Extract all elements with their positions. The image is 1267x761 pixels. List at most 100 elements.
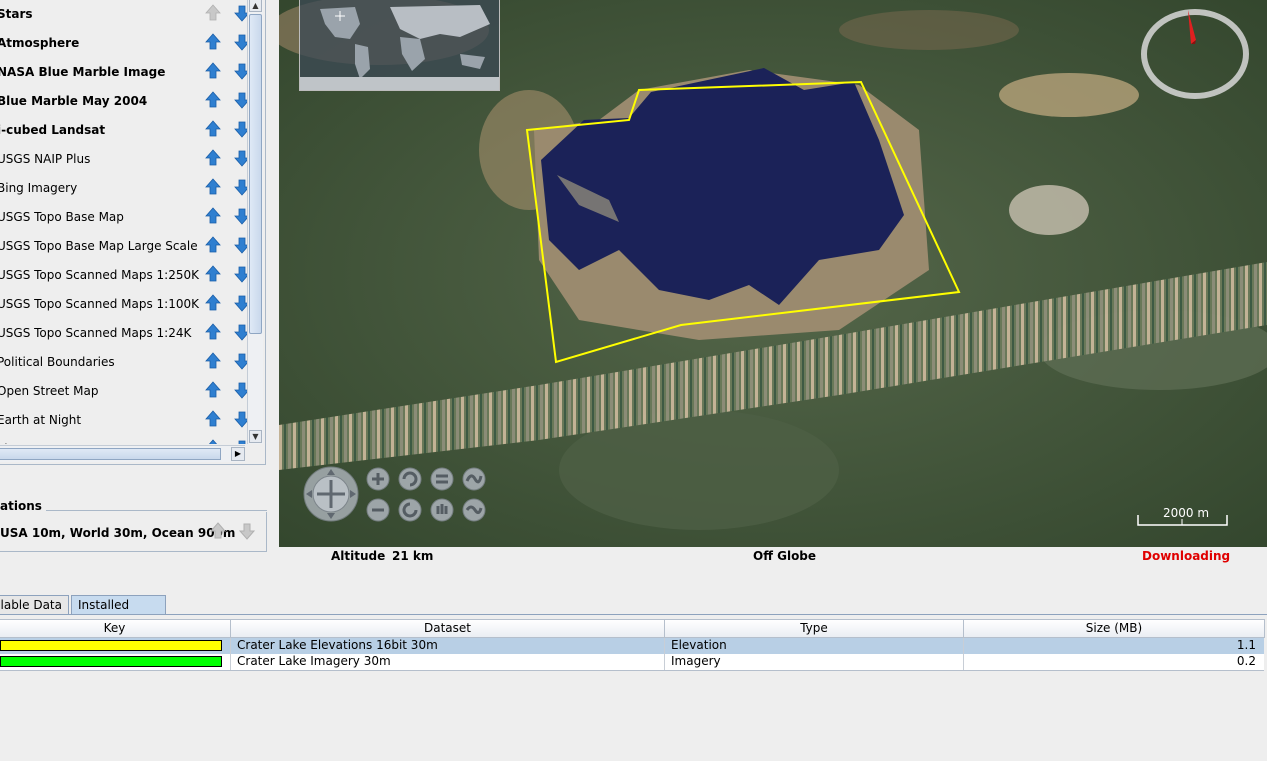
- move-down-icon[interactable]: [234, 265, 247, 283]
- layer-item[interactable]: Atmosphere: [0, 28, 247, 57]
- move-up-icon[interactable]: [205, 62, 221, 80]
- layer-item-label[interactable]: Open Street Map: [0, 384, 98, 398]
- globe-view[interactable]: 2000 m: [279, 0, 1267, 547]
- move-down-icon[interactable]: [234, 207, 247, 225]
- layer-item-label[interactable]: USGS Topo Scanned Maps 1:24K: [0, 326, 191, 340]
- size-cell: 0.2: [1236, 654, 1256, 668]
- horizontal-scroll-thumb[interactable]: [0, 448, 221, 460]
- move-up-icon[interactable]: [205, 439, 221, 444]
- move-down-icon[interactable]: [234, 410, 247, 428]
- layer-item[interactable]: USGS Topo Scanned Maps 1:24K: [0, 318, 247, 347]
- move-up-icon[interactable]: [205, 120, 221, 138]
- layer-item-label[interactable]: USGS Topo Base Map Large Scale: [0, 239, 198, 253]
- layer-item-label[interactable]: Earth at Night: [0, 413, 81, 427]
- key-color-swatch: [0, 656, 222, 667]
- layer-item-label[interactable]: USGS Topo Base Map: [0, 210, 124, 224]
- tab-installed-data[interactable]: Installed Data: [71, 595, 166, 631]
- column-header-key[interactable]: Key: [0, 619, 231, 638]
- layer-item-label[interactable]: Place Names: [0, 442, 74, 444]
- layer-item-label[interactable]: Blue Marble May 2004: [0, 94, 147, 108]
- table-row[interactable]: Crater Lake Imagery 30m Imagery 0.2: [0, 654, 1264, 670]
- layer-item-label[interactable]: Atmosphere: [0, 36, 79, 50]
- move-down-icon[interactable]: [234, 149, 247, 167]
- column-header-type[interactable]: Type: [664, 619, 964, 638]
- layer-list: Stars Atmosphere NASA Blue Marble Image Blu…: [0, 0, 247, 444]
- move-up-icon[interactable]: [205, 207, 221, 225]
- layer-item[interactable]: Bing Imagery: [0, 173, 247, 202]
- move-up-icon[interactable]: [205, 265, 221, 283]
- layer-item[interactable]: USGS Topo Base Map Large Scale: [0, 231, 247, 260]
- column-header-size[interactable]: Size (MB): [963, 619, 1265, 638]
- size-cell: 1.1: [1236, 638, 1256, 652]
- dataset-cell: Crater Lake Elevations 16bit 30m: [237, 638, 438, 652]
- layer-item[interactable]: Earth at Night: [0, 405, 247, 434]
- layer-item-label[interactable]: Stars: [0, 7, 33, 21]
- move-down-icon[interactable]: [234, 120, 247, 138]
- world-map-inset[interactable]: [299, 0, 500, 91]
- layer-item[interactable]: USGS Topo Scanned Maps 1:100K: [0, 289, 247, 318]
- layer-item[interactable]: Blue Marble May 2004: [0, 86, 247, 115]
- layer-item[interactable]: USGS NAIP Plus: [0, 144, 247, 173]
- layer-horizontal-scrollbar[interactable]: ▶: [0, 445, 245, 462]
- layer-item[interactable]: Open Street Map: [0, 376, 247, 405]
- elevation-item-label[interactable]: USA 10m, World 30m, Ocean 900m: [0, 526, 235, 540]
- move-down-icon[interactable]: [234, 4, 247, 22]
- move-up-icon[interactable]: [205, 352, 221, 370]
- tab-divider: [0, 614, 1267, 615]
- table-row[interactable]: Crater Lake Elevations 16bit 30m Elevati…: [0, 638, 1264, 654]
- layer-item[interactable]: i-cubed Landsat: [0, 115, 247, 144]
- compass-icon[interactable]: [1141, 8, 1249, 100]
- layer-item[interactable]: USGS Topo Scanned Maps 1:250K: [0, 260, 247, 289]
- layer-item[interactable]: Stars: [0, 0, 247, 28]
- scale-bar: 2000 m: [1137, 505, 1229, 527]
- move-down-icon[interactable]: [234, 236, 247, 254]
- scroll-thumb[interactable]: [249, 14, 262, 334]
- layer-item-label[interactable]: Political Boundaries: [0, 355, 115, 369]
- layer-item-label[interactable]: NASA Blue Marble Image: [0, 65, 165, 79]
- move-up-icon[interactable]: [205, 178, 221, 196]
- layer-item[interactable]: Place Names: [0, 434, 247, 444]
- navigation-controls[interactable]: [303, 464, 489, 524]
- move-up-icon[interactable]: [205, 410, 221, 428]
- move-up-icon[interactable]: [205, 236, 221, 254]
- move-down-icon[interactable]: [234, 62, 247, 80]
- type-cell: Elevation: [671, 638, 727, 652]
- layer-item-label[interactable]: Bing Imagery: [0, 181, 77, 195]
- move-down-icon[interactable]: [234, 381, 247, 399]
- move-down-icon[interactable]: [234, 323, 247, 341]
- column-divider: [230, 638, 231, 670]
- download-status: Downloading: [1142, 549, 1231, 563]
- layer-item[interactable]: Political Boundaries: [0, 347, 247, 376]
- move-down-icon[interactable]: [234, 33, 247, 51]
- layer-vertical-scrollbar[interactable]: ▲ ▼: [247, 0, 263, 444]
- dataset-cell: Crater Lake Imagery 30m: [237, 654, 391, 668]
- column-divider: [664, 638, 665, 670]
- move-up-icon[interactable]: [205, 149, 221, 167]
- layer-item[interactable]: NASA Blue Marble Image: [0, 57, 247, 86]
- layer-item-label[interactable]: USGS NAIP Plus: [0, 152, 90, 166]
- move-down-icon[interactable]: [234, 439, 247, 444]
- column-divider: [963, 638, 964, 670]
- scale-label: 2000 m: [1163, 506, 1210, 520]
- scroll-down-button[interactable]: ▼: [249, 430, 262, 443]
- scroll-right-button[interactable]: ▶: [231, 447, 245, 461]
- move-up-icon[interactable]: [205, 323, 221, 341]
- move-down-icon[interactable]: [234, 91, 247, 109]
- elevations-title: ations: [0, 499, 46, 513]
- move-up-icon[interactable]: [205, 381, 221, 399]
- move-down-icon[interactable]: [234, 352, 247, 370]
- move-up-icon[interactable]: [205, 294, 221, 312]
- layer-item-label[interactable]: i-cubed Landsat: [0, 123, 105, 137]
- layer-item-label[interactable]: USGS Topo Scanned Maps 1:100K: [0, 297, 199, 311]
- arrow-up-icon: [209, 522, 227, 543]
- tab-available-data[interactable]: ilable Data: [0, 595, 69, 615]
- layer-item-label[interactable]: USGS Topo Scanned Maps 1:250K: [0, 268, 199, 282]
- move-down-icon[interactable]: [234, 178, 247, 196]
- layer-item[interactable]: USGS Topo Base Map: [0, 202, 247, 231]
- scroll-up-button[interactable]: ▲: [249, 0, 262, 12]
- move-up-icon[interactable]: [205, 33, 221, 51]
- move-down-icon[interactable]: [234, 294, 247, 312]
- column-header-dataset[interactable]: Dataset: [230, 619, 665, 638]
- layer-panel: Stars Atmosphere NASA Blue Marble Image Blu…: [0, 0, 266, 465]
- move-up-icon[interactable]: [205, 91, 221, 109]
